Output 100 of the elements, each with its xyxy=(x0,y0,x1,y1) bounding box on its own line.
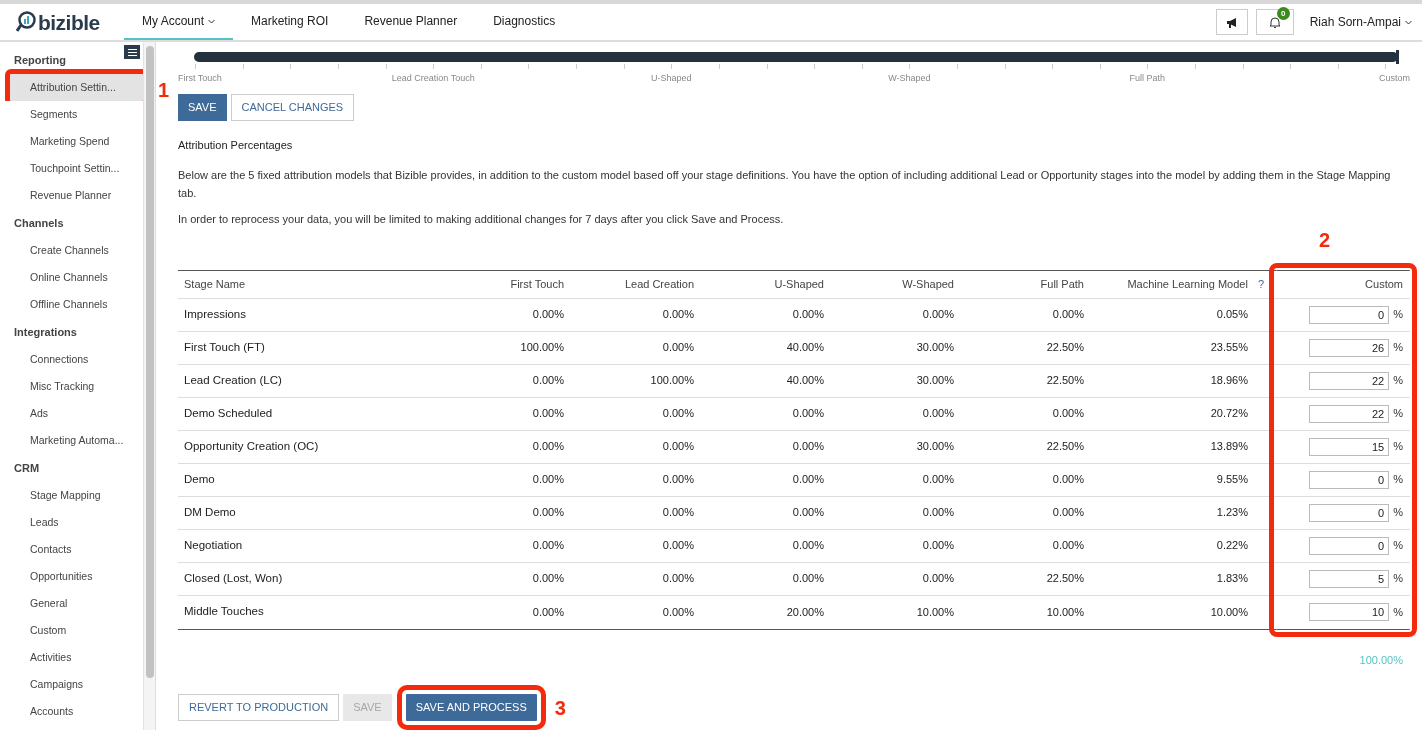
announcements-button[interactable] xyxy=(1215,9,1248,35)
table-cell-text: 0.22% xyxy=(1215,538,1249,554)
column-header: Custom xyxy=(1365,276,1403,292)
percent-unit: % xyxy=(1393,439,1403,455)
percent-input[interactable]: 22 xyxy=(1309,404,1390,423)
table-cell-text: 22.50% xyxy=(1045,340,1085,356)
percent-input[interactable]: 15 xyxy=(1309,437,1390,456)
table-cell-text: DM Demo xyxy=(183,504,237,520)
table-cell-text: 22.50% xyxy=(1045,571,1085,587)
notifications-button[interactable]: 0 xyxy=(1255,9,1294,35)
table-cell-text: 0.00% xyxy=(661,571,695,587)
help-link[interactable]: ? xyxy=(1257,275,1264,293)
logo[interactable]: bizible xyxy=(16,11,110,33)
notification-count-badge: 0 xyxy=(1276,7,1290,20)
table-cell-text: Demo Scheduled xyxy=(183,405,274,421)
table-cell-text: 40.00% xyxy=(785,340,825,356)
table-cell-text: 10.00% xyxy=(915,604,955,620)
slider-label: Custom xyxy=(1379,72,1410,85)
percent-unit: % xyxy=(1393,472,1403,488)
percent-unit: % xyxy=(1393,307,1403,323)
table-cell-text: 0.00% xyxy=(1051,538,1085,554)
table-cell-text: 0.00% xyxy=(661,439,695,455)
section-title: Attribution Percentages xyxy=(178,138,294,153)
table-cell-text: 0.00% xyxy=(921,472,955,488)
table-cell-text: 0.00% xyxy=(661,538,695,554)
table-cell-text: 0.00% xyxy=(791,538,825,554)
table-cell-text: 0.00% xyxy=(921,505,955,521)
table-cell-text: 30.00% xyxy=(915,439,955,455)
table-cell-text: 0.00% xyxy=(921,538,955,554)
table-cell-text: 0.00% xyxy=(791,439,825,455)
table-cell-text: 0.00% xyxy=(1051,307,1085,323)
table-cell-text: Negotiation xyxy=(183,537,244,553)
percent-unit: % xyxy=(1393,505,1403,521)
callout-number: 2 xyxy=(1318,229,1330,250)
logo-text: bizible xyxy=(38,11,100,33)
save-button[interactable]: SAVE xyxy=(178,94,227,121)
slider-label: W-Shaped xyxy=(888,72,931,85)
column-header: U-Shaped xyxy=(773,276,825,292)
table-cell-text: 0.00% xyxy=(531,571,565,587)
user-menu[interactable]: Riah Sorn-Ampai xyxy=(1309,13,1412,31)
slider-label: U-Shaped xyxy=(651,72,692,85)
table-cell-text: 0.00% xyxy=(531,505,565,521)
callout-number: 1 xyxy=(158,80,170,100)
nav-tab[interactable]: Revenue Planner xyxy=(346,4,476,40)
nav-tab[interactable]: Diagnostics xyxy=(475,4,574,40)
table-cell-text: 0.00% xyxy=(661,340,695,356)
magnifier-chart-icon xyxy=(16,11,36,33)
chevron-down-icon xyxy=(1405,19,1412,25)
menu-icon xyxy=(127,48,137,56)
table-cell-text: 23.55% xyxy=(1209,340,1249,356)
menu-toggle-button[interactable] xyxy=(124,45,140,59)
table-cell-text: Middle Touches xyxy=(183,604,265,620)
percent-input[interactable]: 0 xyxy=(1309,470,1390,489)
table-cell-text: 10.00% xyxy=(1045,604,1085,620)
slider-label: Lead Creation Touch xyxy=(391,72,475,85)
percent-input[interactable]: 26 xyxy=(1309,338,1390,357)
slider-label: Full Path xyxy=(1129,72,1166,85)
percent-input[interactable]: 0 xyxy=(1309,503,1390,522)
sidebar-heading: CRM xyxy=(13,460,41,476)
cancel-changes-button[interactable]: CANCEL CHANGES xyxy=(230,94,355,121)
percent-input[interactable]: 0 xyxy=(1309,536,1390,555)
percent-unit: % xyxy=(1393,406,1403,422)
table-cell-text: 0.00% xyxy=(661,307,695,323)
table-cell-text: 0.00% xyxy=(531,538,565,554)
slider-handle[interactable] xyxy=(1396,50,1399,64)
table-cell-text: 10.00% xyxy=(1209,604,1249,620)
table-cell-text: 18.96% xyxy=(1209,373,1249,389)
nav-tab[interactable]: My Account xyxy=(124,4,234,40)
table-cell-text: 0.00% xyxy=(661,472,695,488)
table-cell-text: First Touch (FT) xyxy=(183,339,266,355)
table-cell-text: 30.00% xyxy=(915,373,955,389)
nav-tab[interactable]: Marketing ROI xyxy=(233,4,347,40)
table-cell-text: Impressions xyxy=(183,306,247,322)
custom-total: 100.00% xyxy=(1358,652,1404,668)
table-cell-text: 13.89% xyxy=(1209,439,1249,455)
table-cell-text: 0.00% xyxy=(791,472,825,488)
percent-input[interactable]: 10 xyxy=(1309,603,1390,621)
percent-unit: % xyxy=(1393,340,1403,356)
revert-to-production-button[interactable]: REVERT TO PRODUCTION xyxy=(178,694,340,721)
column-header: Full Path xyxy=(1039,276,1085,292)
table-cell-text: 20.72% xyxy=(1209,406,1249,422)
column-header: First Touch xyxy=(509,276,565,292)
percent-input[interactable]: 22 xyxy=(1309,371,1390,390)
table-cell-text: 0.00% xyxy=(531,373,565,389)
callout-number: 3 xyxy=(554,697,566,718)
slider-label: First Touch xyxy=(178,72,222,85)
percent-input[interactable]: 5 xyxy=(1309,569,1390,588)
table-cell-text: 0.00% xyxy=(531,604,565,620)
table-cell-text: Lead Creation (LC) xyxy=(183,372,283,388)
table-cell-text: 0.00% xyxy=(531,307,565,323)
column-header: Stage Name xyxy=(183,276,247,292)
percent-input[interactable]: 0 xyxy=(1309,305,1390,324)
megaphone-icon xyxy=(1225,16,1238,28)
column-header: Lead Creation xyxy=(623,276,695,292)
table-cell-text: 0.00% xyxy=(661,505,695,521)
table-cell-text: 1.23% xyxy=(1215,505,1249,521)
table-cell-text: 0.00% xyxy=(921,406,955,422)
table-cell-text: 40.00% xyxy=(785,373,825,389)
table-cell-text: 0.00% xyxy=(1051,472,1085,488)
table-cell-text: Opportunity Creation (OC) xyxy=(183,438,320,454)
